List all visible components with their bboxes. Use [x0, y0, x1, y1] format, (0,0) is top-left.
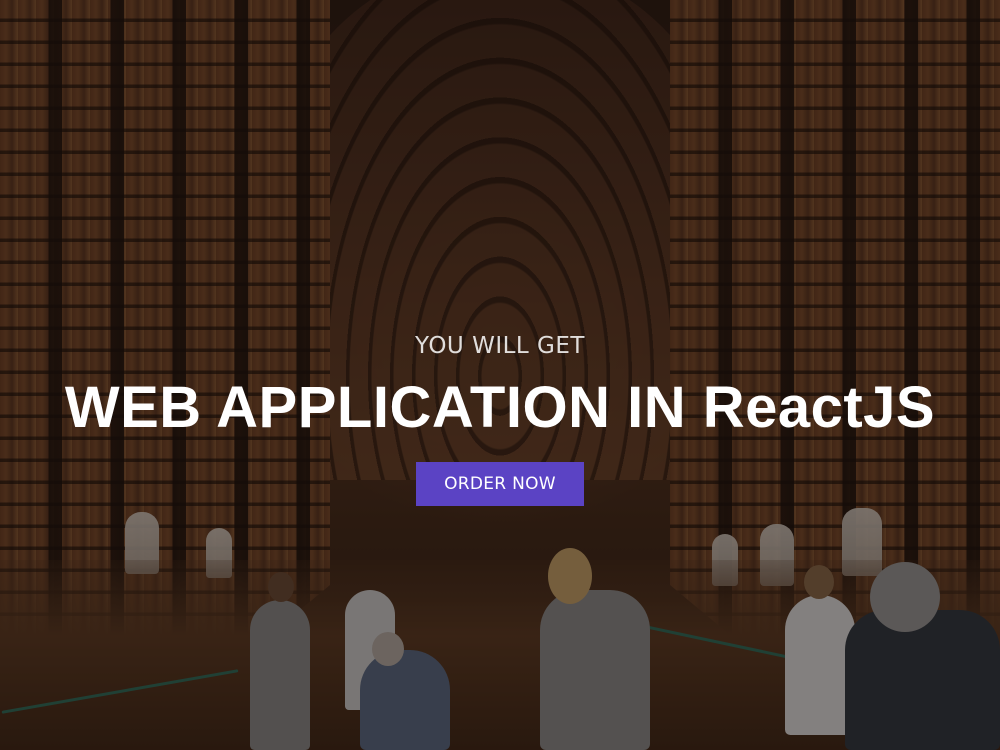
hero-headline: WEB APPLICATION IN ReactJS [64, 375, 936, 440]
hero-kicker: YOU WILL GET [415, 333, 585, 359]
hero-content: YOU WILL GET WEB APPLICATION IN ReactJS … [0, 330, 1000, 506]
hero-section: YOU WILL GET WEB APPLICATION IN ReactJS … [0, 0, 1000, 750]
order-now-button[interactable]: ORDER NOW [416, 462, 584, 506]
